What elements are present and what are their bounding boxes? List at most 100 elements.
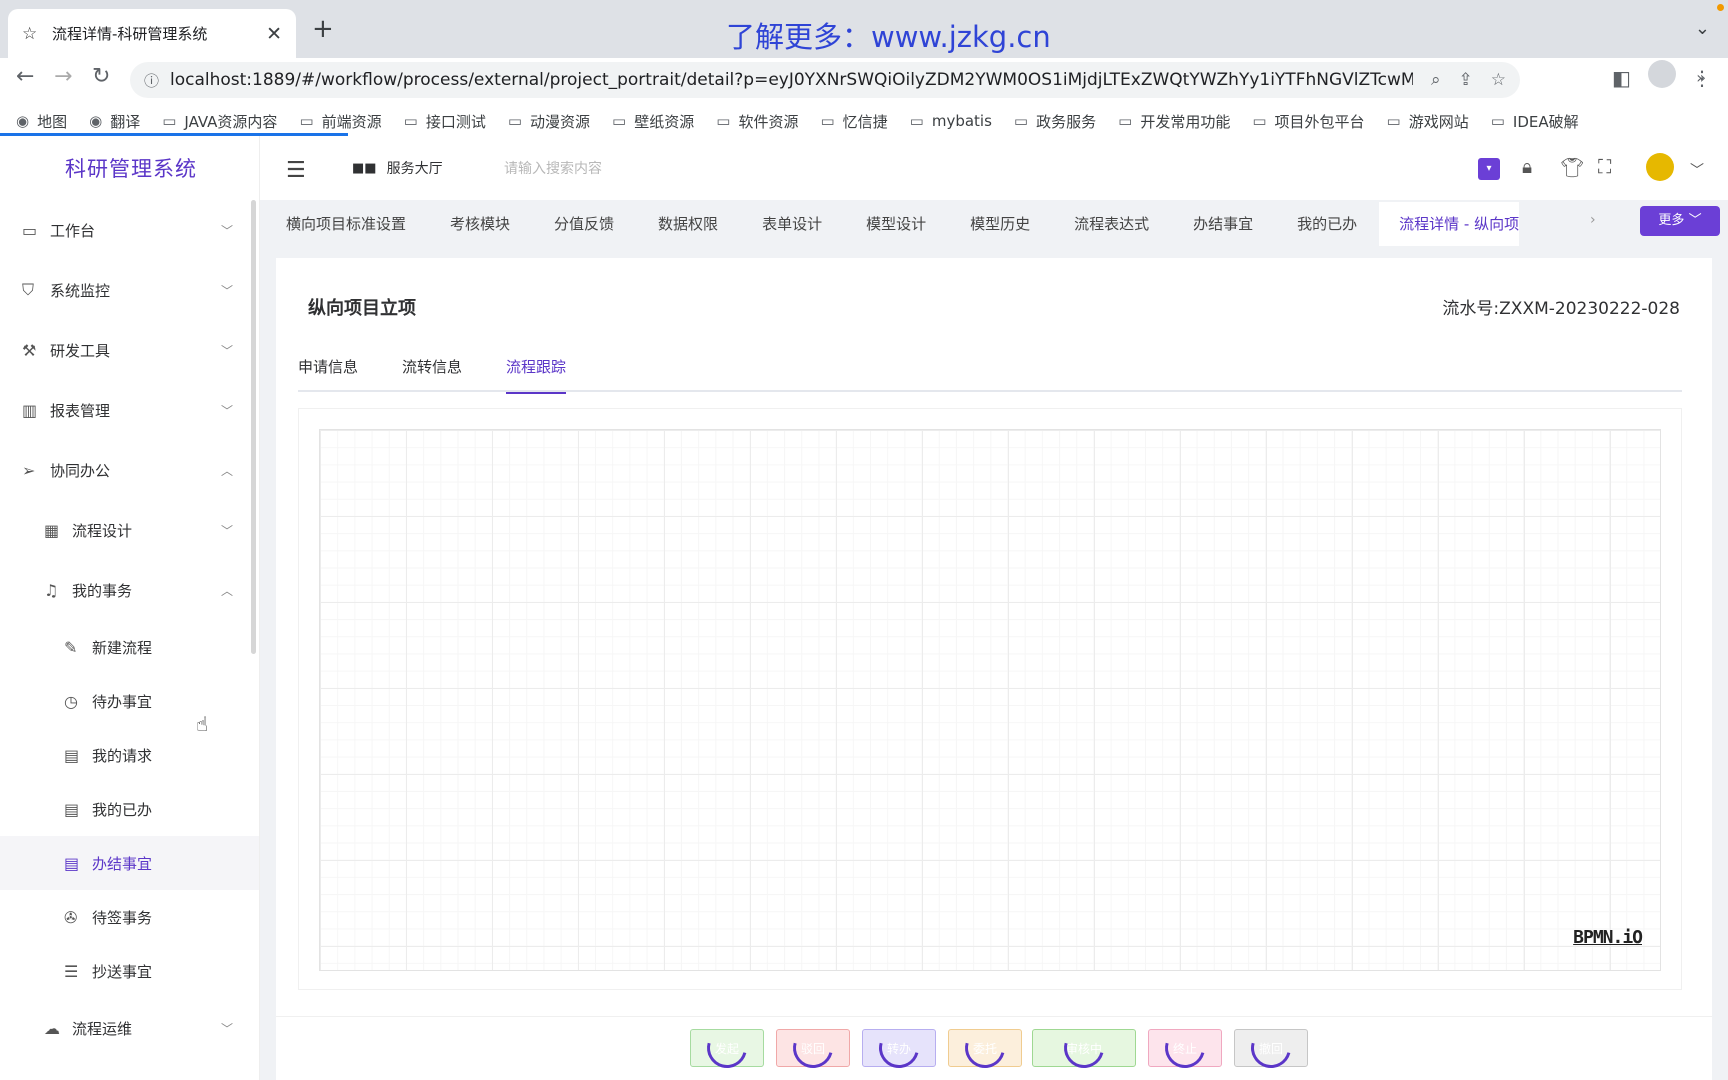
- bpmn-canvas[interactable]: BPMN.iO: [319, 429, 1661, 971]
- tag-item[interactable]: 模型历史: [948, 202, 1053, 246]
- sidebar-item-label: 流程运维: [72, 1019, 133, 1038]
- bookmark-folder[interactable]: ▭ 软件资源: [716, 111, 798, 132]
- clock-doc-icon: ◷: [64, 691, 78, 711]
- folder-icon: ▭: [1386, 112, 1401, 130]
- hamburger-icon[interactable]: ☰: [286, 158, 306, 183]
- globe-icon: ◉: [89, 112, 103, 130]
- tag-item[interactable]: 考核模块: [428, 202, 533, 246]
- url-text[interactable]: localhost:1889/#/workflow/process/extern…: [170, 70, 1413, 90]
- bookmark-folder[interactable]: ▭ 前端资源: [299, 111, 381, 132]
- sidebar-item-process-design[interactable]: ▦ 流程设计 ﹀: [0, 500, 259, 560]
- loading-spinner-icon: [699, 1020, 755, 1076]
- sidebar-item-to-sign[interactable]: ✇ 待签事务: [0, 890, 259, 944]
- folder-icon: ▭: [820, 112, 835, 130]
- bookmark-folder[interactable]: ▭ JAVA资源内容: [162, 111, 277, 132]
- bookmark-folder[interactable]: ▭ 动漫资源: [508, 111, 590, 132]
- search-input[interactable]: 请输入搜索内容: [504, 158, 602, 178]
- tag-item[interactable]: 模型设计: [844, 202, 949, 246]
- watermark-text: 了解更多：www.jzkg.cn: [726, 20, 1051, 54]
- tag-item[interactable]: 我的已办: [1275, 202, 1380, 246]
- address-bar[interactable]: ⓘ localhost:1889/#/workflow/process/exte…: [130, 62, 1520, 98]
- close-tab-icon[interactable]: ✕: [266, 23, 282, 45]
- sidebar-item-label: 我的请求: [92, 746, 153, 765]
- bookmark-folder[interactable]: ▭ 接口测试: [404, 111, 486, 132]
- app-brand[interactable]: 科研管理系统: [0, 136, 259, 200]
- sidebar-item-my-affairs[interactable]: ♫ 我的事务 ︿: [0, 560, 259, 620]
- sidebar-item-new-process[interactable]: ✎ 新建流程: [0, 620, 259, 674]
- sidebar-scrollbar[interactable]: [251, 200, 256, 654]
- service-hall-button[interactable]: ■■ 服务大厅: [352, 158, 443, 178]
- bookmark-folder[interactable]: ▭ 游戏网站: [1387, 111, 1469, 132]
- bookmark-translate[interactable]: ◉ 翻译: [89, 111, 140, 132]
- sidebar-item-workbench[interactable]: ▭ 工作台 ﹀: [0, 200, 259, 260]
- tag-item[interactable]: 表单设计: [740, 202, 845, 246]
- bookmark-folder[interactable]: ▭ 政务服务: [1014, 111, 1096, 132]
- bookmark-folder[interactable]: ▭ 忆信捷: [820, 111, 887, 132]
- tags-scroll-right-icon[interactable]: ›: [1590, 212, 1596, 228]
- skin-shirt-icon[interactable]: 👕︎: [1560, 156, 1584, 179]
- legend-item: 撤回: [1234, 1020, 1308, 1076]
- bookmark-map[interactable]: ◉ 地图: [16, 111, 67, 132]
- new-tab-icon[interactable]: +: [312, 16, 334, 42]
- sidebar-item-devtools[interactable]: ⚒ 研发工具 ﹀: [0, 320, 259, 380]
- side-panel-icon[interactable]: ◧: [1612, 66, 1631, 90]
- sidebar-item-finished[interactable]: ▤ 办结事宜: [0, 836, 259, 890]
- tag-item[interactable]: 办结事宜: [1171, 202, 1276, 246]
- sidebar-item-label: 待签事务: [92, 908, 153, 927]
- sidebar-item-label: 待办事宜: [92, 692, 153, 711]
- bookmark-star-icon[interactable]: ☆: [1491, 70, 1506, 90]
- tag-item[interactable]: 横向项目标准设置: [272, 202, 429, 246]
- bookmark-folder[interactable]: ▭ 开发常用功能: [1118, 111, 1230, 132]
- lock-icon[interactable]: 🔒︎: [1522, 156, 1532, 178]
- back-icon[interactable]: ←: [16, 64, 34, 89]
- site-info-icon[interactable]: ⓘ: [144, 70, 170, 91]
- sidebar-item-label: 流程设计: [72, 521, 133, 540]
- sidebar-item-label: 研发工具: [50, 341, 111, 360]
- bookmark-folder[interactable]: ▭ mybatis: [910, 112, 992, 130]
- share-icon[interactable]: ⇪: [1459, 70, 1473, 90]
- sidebar-item-label: 抄送事宜: [92, 962, 153, 981]
- sidebar-item-my-requests[interactable]: ▤ 我的请求: [0, 728, 259, 782]
- folder-icon: ▭: [1252, 112, 1267, 130]
- chevron-down-icon: ﹀: [220, 343, 233, 358]
- tab-apply-info[interactable]: 申请信息: [298, 356, 358, 392]
- bookmark-folder[interactable]: ▭ IDEA破解: [1491, 111, 1579, 132]
- tag-item[interactable]: 分值反馈: [532, 202, 637, 246]
- sidebar-item-label: 工作台: [50, 221, 96, 240]
- bookmark-folder[interactable]: ▭ 项目外包平台: [1252, 111, 1364, 132]
- tag-item-active[interactable]: 流程详情 - 纵向项: [1379, 202, 1520, 246]
- tab-flow-tracking[interactable]: 流程跟踪: [506, 356, 567, 394]
- bell-icon: ♫: [44, 580, 59, 600]
- reload-icon[interactable]: ↻: [92, 64, 110, 89]
- user-avatar[interactable]: [1646, 153, 1674, 181]
- tag-item[interactable]: 数据权限: [636, 202, 741, 246]
- bookmark-folder[interactable]: ▭ 壁纸资源: [612, 111, 694, 132]
- sidebar-item-done[interactable]: ▤ 我的已办: [0, 782, 259, 836]
- profile-avatar[interactable]: [1648, 60, 1676, 88]
- tab-search-chevron-icon[interactable]: ⌄: [1695, 18, 1710, 39]
- sidebar-item-monitor[interactable]: ⛉ 系统监控 ﹀: [0, 260, 259, 320]
- fullscreen-icon[interactable]: ⛶: [1598, 156, 1611, 178]
- tab-flow-info[interactable]: 流转信息: [402, 356, 462, 392]
- folder-icon: ▭: [162, 112, 177, 130]
- user-menu-chevron-icon[interactable]: ﹀: [1690, 160, 1704, 180]
- sidebar-item-todo[interactable]: ◷ 待办事宜: [0, 674, 259, 728]
- zoom-icon[interactable]: ⌕: [1431, 70, 1441, 90]
- browser-tab[interactable]: ☆ 流程详情-科研管理系统 ✕: [8, 9, 296, 58]
- tags-more-button[interactable]: 更多 ﹀: [1640, 206, 1720, 236]
- folder-icon: ▭: [1013, 112, 1029, 130]
- tag-item[interactable]: 流程表达式: [1052, 202, 1172, 246]
- bookmarks-more[interactable]: »: [1696, 68, 1706, 87]
- bpmn-io-logo[interactable]: BPMN.iO: [1573, 927, 1643, 948]
- apps-grid-icon: ■■: [352, 160, 377, 176]
- loading-spinner-icon: [871, 1020, 927, 1076]
- sidebar-item-ops[interactable]: ☁ 流程运维 ﹀: [0, 998, 259, 1058]
- sidebar-item-collab[interactable]: ➢ 协同办公 ︿: [0, 440, 259, 500]
- browser-tabstrip: ☆ 流程详情-科研管理系统 ✕ + 了解更多：www.jzkg.cn ⌄: [0, 0, 1728, 58]
- sidebar-item-cc[interactable]: ☰ 抄送事宜: [0, 944, 259, 998]
- theme-picker-icon[interactable]: ▾: [1478, 158, 1500, 180]
- sidebar-item-reports[interactable]: ▥ 报表管理 ﹀: [0, 380, 259, 440]
- loading-spinner-icon: [785, 1020, 841, 1076]
- folder-icon: ▭: [1118, 112, 1133, 130]
- forward-icon[interactable]: →: [54, 64, 72, 89]
